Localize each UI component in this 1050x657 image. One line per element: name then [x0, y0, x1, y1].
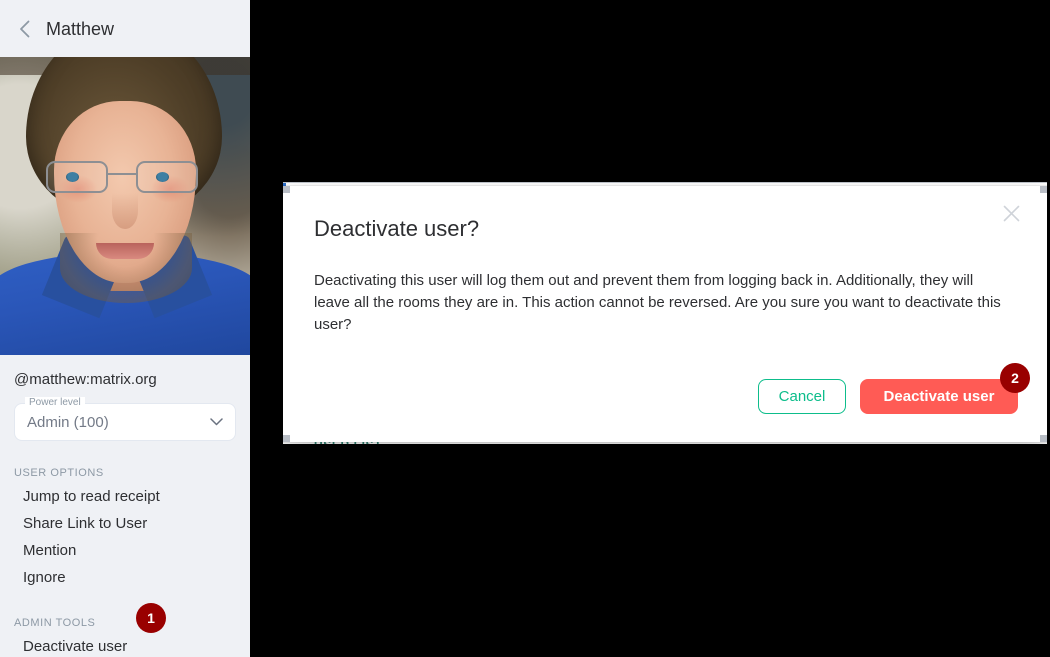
step-badge-1: 1 [136, 603, 166, 633]
user-id-text: @matthew:matrix.org [14, 371, 236, 388]
dialog-body-text: Deactivating this user will log them out… [314, 270, 1004, 336]
sidebar-body: @matthew:matrix.org Power level Admin (1… [0, 371, 250, 657]
dialog-corner-top-left [283, 186, 290, 193]
avatar-nose [112, 193, 138, 229]
admin-tools-list: Deactivate user [14, 633, 236, 657]
avatar-eye-right [156, 172, 169, 182]
chevron-down-icon[interactable] [209, 415, 223, 429]
sidebar-item-mention[interactable]: Mention [14, 537, 236, 564]
sidebar-item-ignore[interactable]: Ignore [14, 564, 236, 591]
dialog-actions: Cancel Deactivate user [758, 379, 1018, 414]
avatar-mouth [96, 243, 154, 259]
deactivate-user-dialog: Deactivate user? Deactivating this user … [283, 186, 1047, 442]
step-badge-2: 2 [1000, 363, 1030, 393]
admin-tools-heading: ADMIN TOOLS [14, 617, 236, 629]
dialog-corner-top-right [1040, 186, 1047, 193]
cancel-button[interactable]: Cancel [758, 379, 846, 414]
sidebar-item-share-link-to-user[interactable]: Share Link to User [14, 510, 236, 537]
power-level-select[interactable]: Power level Admin (100) [14, 403, 236, 441]
power-level-label: Power level [25, 397, 85, 409]
dialog-corner-bottom-right [1040, 435, 1047, 442]
sidebar-header: Matthew [0, 0, 250, 57]
screen-root: · ·· ····· ··· USER LIST Matthew [0, 0, 1050, 657]
power-level-value: Admin (100) [27, 414, 109, 431]
deactivate-user-sidebar-item[interactable]: Deactivate user [14, 633, 236, 657]
avatar-eye-left [66, 172, 79, 182]
user-options-list: Jump to read receipt Share Link to User … [14, 483, 236, 591]
user-info-sidebar: Matthew @matthew:matrix.org [0, 0, 250, 657]
dialog-corner-bottom-left [283, 435, 290, 442]
chevron-left-icon[interactable] [14, 19, 34, 39]
sidebar-item-jump-to-read-receipt[interactable]: Jump to read receipt [14, 483, 236, 510]
page-title: Matthew [46, 20, 114, 38]
user-options-heading: USER OPTIONS [14, 467, 236, 479]
close-icon[interactable] [997, 199, 1025, 227]
dialog-title: Deactivate user? [314, 216, 479, 242]
deactivate-user-confirm-button[interactable]: Deactivate user [860, 379, 1018, 414]
user-avatar-photo[interactable] [0, 57, 250, 355]
